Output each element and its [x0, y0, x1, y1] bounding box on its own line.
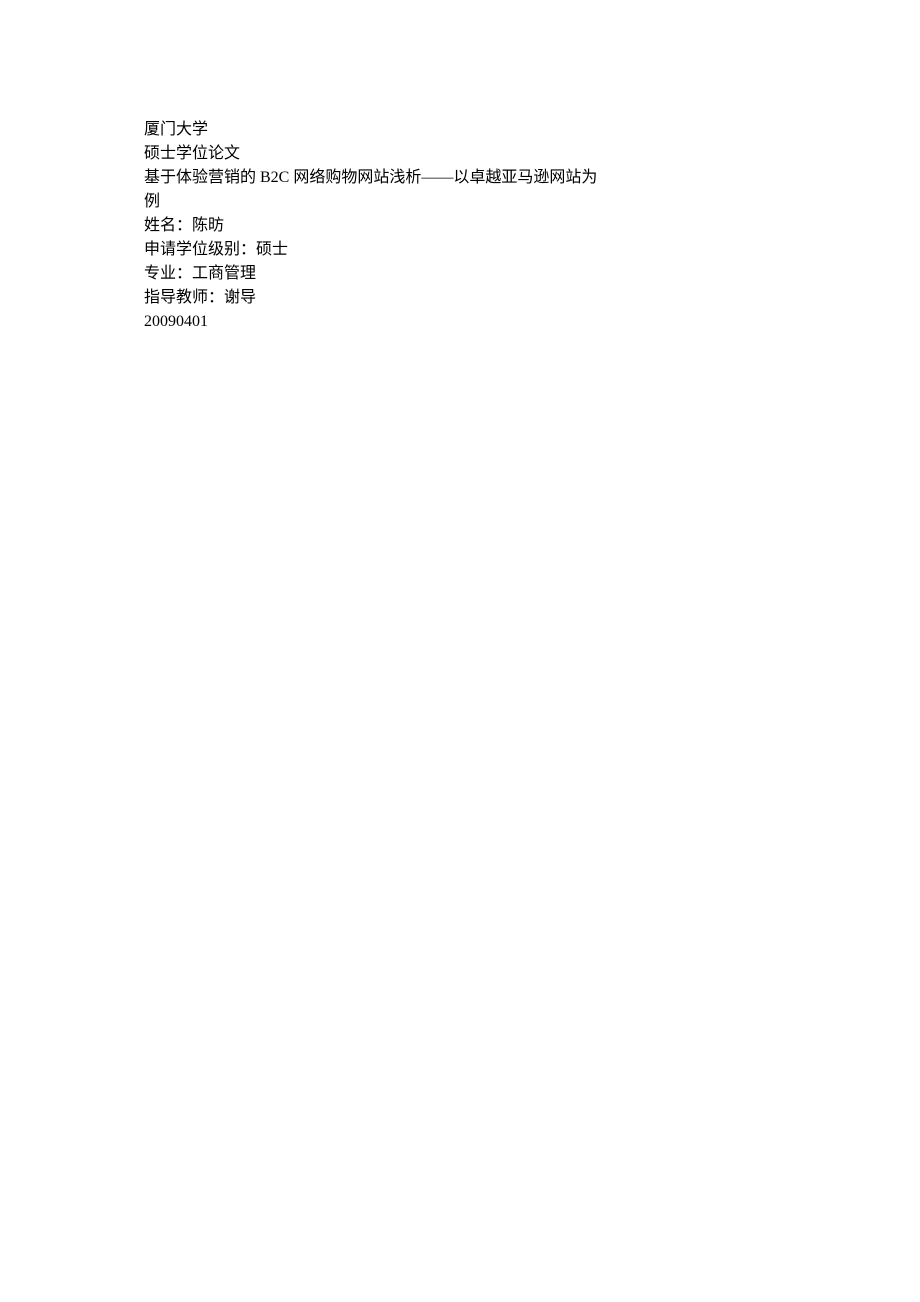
title-line-1: 基于体验营销的 B2C 网络购物网站浅析——以卓越亚马逊网站为	[144, 166, 776, 190]
major-line: 专业：工商管理	[144, 262, 776, 286]
date-line: 20090401	[144, 310, 776, 334]
advisor-line: 指导教师：谢导	[144, 286, 776, 310]
name-line: 姓名：陈昉	[144, 214, 776, 238]
document-content: 厦门大学 硕士学位论文 基于体验营销的 B2C 网络购物网站浅析——以卓越亚马逊…	[0, 0, 920, 334]
title-line-2: 例	[144, 190, 776, 214]
degree-level-line: 申请学位级别：硕士	[144, 238, 776, 262]
university-line: 厦门大学	[144, 118, 776, 142]
degree-type-line: 硕士学位论文	[144, 142, 776, 166]
